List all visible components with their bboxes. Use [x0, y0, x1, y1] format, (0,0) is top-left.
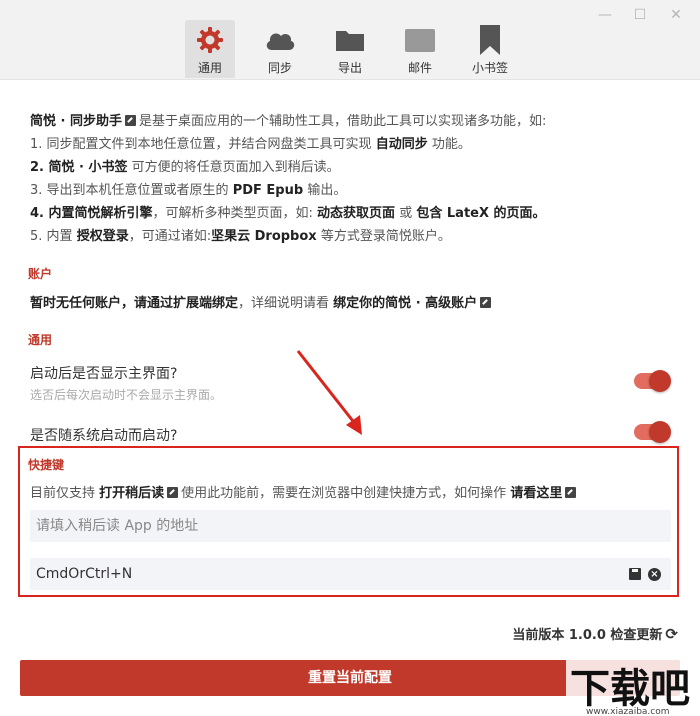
clear-icon[interactable]: × [648, 567, 661, 581]
option-autostart-label: 是否随系统启动而启动? [30, 428, 178, 444]
tab-sync[interactable]: 同步 [255, 20, 305, 78]
version-check-update[interactable]: 当前版本 1.0.0 检查更新 ⟳ [512, 624, 678, 643]
tab-export[interactable]: 导出 [325, 20, 375, 78]
toolbar: — ☐ ✕ 通用 同步 导出 邮件 小书签 [0, 0, 700, 80]
intro-text: 是基于桌面应用的一个辅助性工具，借助此工具可以实现诸多功能，如: [139, 114, 547, 129]
intro-bold: 授权登录 [76, 229, 129, 244]
tab-label: 通用 [197, 61, 222, 75]
tab-label: 同步 [267, 61, 292, 75]
account-text: ，详细说明请看 [238, 296, 330, 311]
intro-line: 4. 内置简悦解析引擎，可解析多种类型页面，如: 动态获取页面 或 包含 Lat… [30, 202, 546, 221]
watermark-url: www.xiazaiba.com [586, 707, 670, 716]
hotkey-actions: × [629, 558, 661, 590]
general-section-title: 通用 [28, 333, 53, 347]
app-url-field-wrapper [30, 510, 671, 542]
account-link[interactable]: 绑定你的简悦 · 高级账户 [333, 296, 477, 311]
bookmark-icon [474, 24, 506, 56]
tab-mail[interactable]: 邮件 [395, 20, 445, 78]
intro-bold: 4. 内置简悦解析引擎 [30, 206, 153, 221]
intro-text: 等方式登录简悦账户。 [320, 229, 451, 244]
intro-line: 3. 导出到本机任意位置或者原生的 PDF Epub 输出。 [30, 179, 346, 198]
shortcut-bold: 打开稍后读 [99, 486, 165, 501]
shortcut-text: 使用此功能前，需要在浏览器中创建快捷方式，如何操作 [181, 486, 507, 501]
option-show-main-label: 启动后是否显示主界面? [30, 366, 178, 382]
intro-text: ，可解析多种类型页面，如: [152, 206, 313, 221]
reset-config-button[interactable]: 重置当前配置 [20, 660, 680, 696]
app-url-input[interactable] [36, 510, 671, 542]
app-name: 简悦 · 同步助手 [30, 114, 122, 129]
refresh-icon[interactable]: ⟳ [665, 625, 678, 643]
intro-bold: 动态获取页面 [317, 206, 396, 221]
hotkey-field[interactable]: CmdOrCtrl+N × [30, 558, 671, 590]
account-info: 暂时无任何账户，请通过扩展端绑定，详细说明请看 绑定你的简悦 · 高级账户 [30, 292, 494, 311]
tab-bar: 通用 同步 导出 邮件 小书签 [185, 20, 535, 78]
close-button[interactable]: ✕ [667, 6, 685, 24]
intro-line: 2. 简悦 · 小书签 可方便的将任意页面加入到稍后读。 [30, 156, 340, 175]
intro-bold: 自动同步 [375, 137, 428, 152]
shortcut-text: 目前仅支持 [30, 486, 96, 501]
intro-text: 输出。 [307, 183, 347, 198]
external-link-icon[interactable] [565, 487, 577, 498]
gear-icon [194, 24, 226, 56]
tab-bookmark[interactable]: 小书签 [465, 20, 515, 78]
show-main-toggle[interactable] [634, 370, 671, 392]
intro-text: 3. 导出到本机任意位置或者原生的 [30, 183, 229, 198]
option-show-main-desc: 选否后每次启动时不会显示主界面。 [30, 388, 223, 402]
intro-line: 简悦 · 同步助手 是基于桌面应用的一个辅助性工具，借助此工具可以实现诸多功能，如… [30, 110, 546, 129]
maximize-button[interactable]: ☐ [631, 6, 649, 24]
toggle-knob [649, 421, 671, 443]
intro-text: 功能。 [431, 137, 471, 152]
toggle-knob [649, 370, 671, 392]
intro-bold: 2. 简悦 · 小书签 [30, 160, 128, 175]
tab-label: 小书签 [471, 61, 508, 75]
tab-general[interactable]: 通用 [185, 20, 235, 78]
intro-text: 5. 内置 [30, 229, 73, 244]
autostart-toggle[interactable] [634, 421, 671, 443]
external-link-icon[interactable] [480, 297, 492, 308]
hotkey-value: CmdOrCtrl+N [36, 566, 133, 582]
shortcut-description: 目前仅支持 打开稍后读 使用此功能前，需要在浏览器中创建快捷方式，如何操作 请看这… [30, 482, 579, 501]
intro-line: 5. 内置 授权登录，可通过诸如:坚果云 Dropbox 等方式登录简悦账户。 [30, 225, 451, 244]
intro-line: 1. 同步配置文件到本地任意位置，并结合网盘类工具可实现 自动同步 功能。 [30, 133, 471, 152]
account-section-title: 账户 [28, 267, 53, 281]
intro-bold: PDF Epub [232, 183, 304, 198]
intro-text: 可方便的将任意页面加入到稍后读。 [131, 160, 340, 175]
minimize-button[interactable]: — [596, 6, 614, 24]
mail-icon [404, 24, 436, 56]
account-bold: 暂时无任何账户，请通过扩展端绑定 [30, 296, 239, 311]
external-link-icon[interactable] [125, 115, 136, 126]
shortcut-section-title: 快捷键 [28, 458, 65, 472]
intro-text: ，可通过诸如: [128, 229, 212, 244]
annotation-arrow [296, 350, 362, 435]
intro-bold: 坚果云 Dropbox [211, 229, 317, 244]
folder-icon [334, 24, 366, 56]
intro-text: 1. 同步配置文件到本地任意位置，并结合网盘类工具可实现 [30, 137, 372, 152]
external-link-icon[interactable] [167, 487, 179, 498]
tab-label: 导出 [337, 61, 362, 75]
save-icon[interactable] [629, 568, 641, 580]
intro-text: 或 [399, 206, 413, 221]
tab-label: 邮件 [407, 61, 432, 75]
cloud-icon [264, 24, 296, 56]
howto-link[interactable]: 请看这里 [510, 486, 562, 501]
intro-bold: 包含 LateX 的页面。 [416, 206, 546, 221]
version-text: 当前版本 1.0.0 检查更新 [512, 628, 663, 643]
